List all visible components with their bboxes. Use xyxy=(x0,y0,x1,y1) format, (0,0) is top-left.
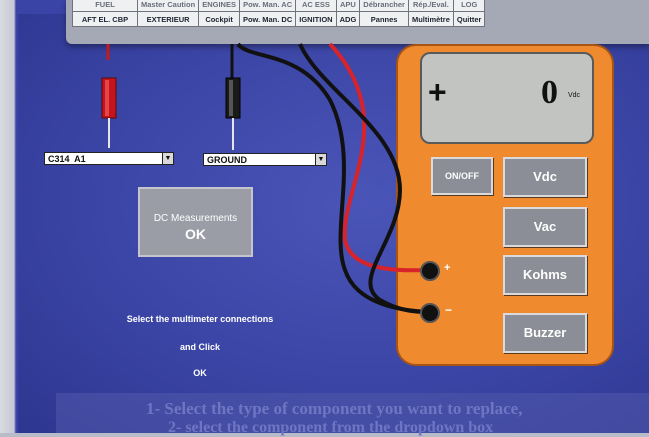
help-line-1: 1- Select the type of component you want… xyxy=(146,399,523,418)
help-line-2: 2- select the component from the dropdow… xyxy=(168,419,494,436)
dc-button-title: DC Measurements xyxy=(153,213,238,224)
dc-measurements-ok-button[interactable]: DC Measurements OK xyxy=(138,187,253,257)
left-connection-select[interactable]: C314 A1 ▼ xyxy=(44,152,174,165)
plus-terminal xyxy=(420,261,440,281)
right-select-value: GROUND xyxy=(207,155,247,165)
chevron-down-icon[interactable]: ▼ xyxy=(315,153,327,166)
dc-button-ok: OK xyxy=(185,226,206,242)
minus-terminal xyxy=(420,303,440,323)
left-select-value: C314 A1 xyxy=(48,154,86,164)
help-overlay: 1- Select the type of component you want… xyxy=(56,393,649,436)
right-connection-select[interactable]: GROUND ▼ xyxy=(203,153,327,166)
plus-terminal-label: + xyxy=(444,262,451,274)
black-probe-grip xyxy=(229,80,233,116)
chevron-down-icon[interactable]: ▼ xyxy=(162,152,174,165)
instruction-line-2: and Click xyxy=(179,342,220,352)
minus-terminal-label: − xyxy=(445,303,453,317)
instruction-line-3: OK xyxy=(193,368,207,378)
instruction-line-1: Select the multimeter connections xyxy=(126,314,274,324)
red-probe-grip xyxy=(105,80,109,116)
